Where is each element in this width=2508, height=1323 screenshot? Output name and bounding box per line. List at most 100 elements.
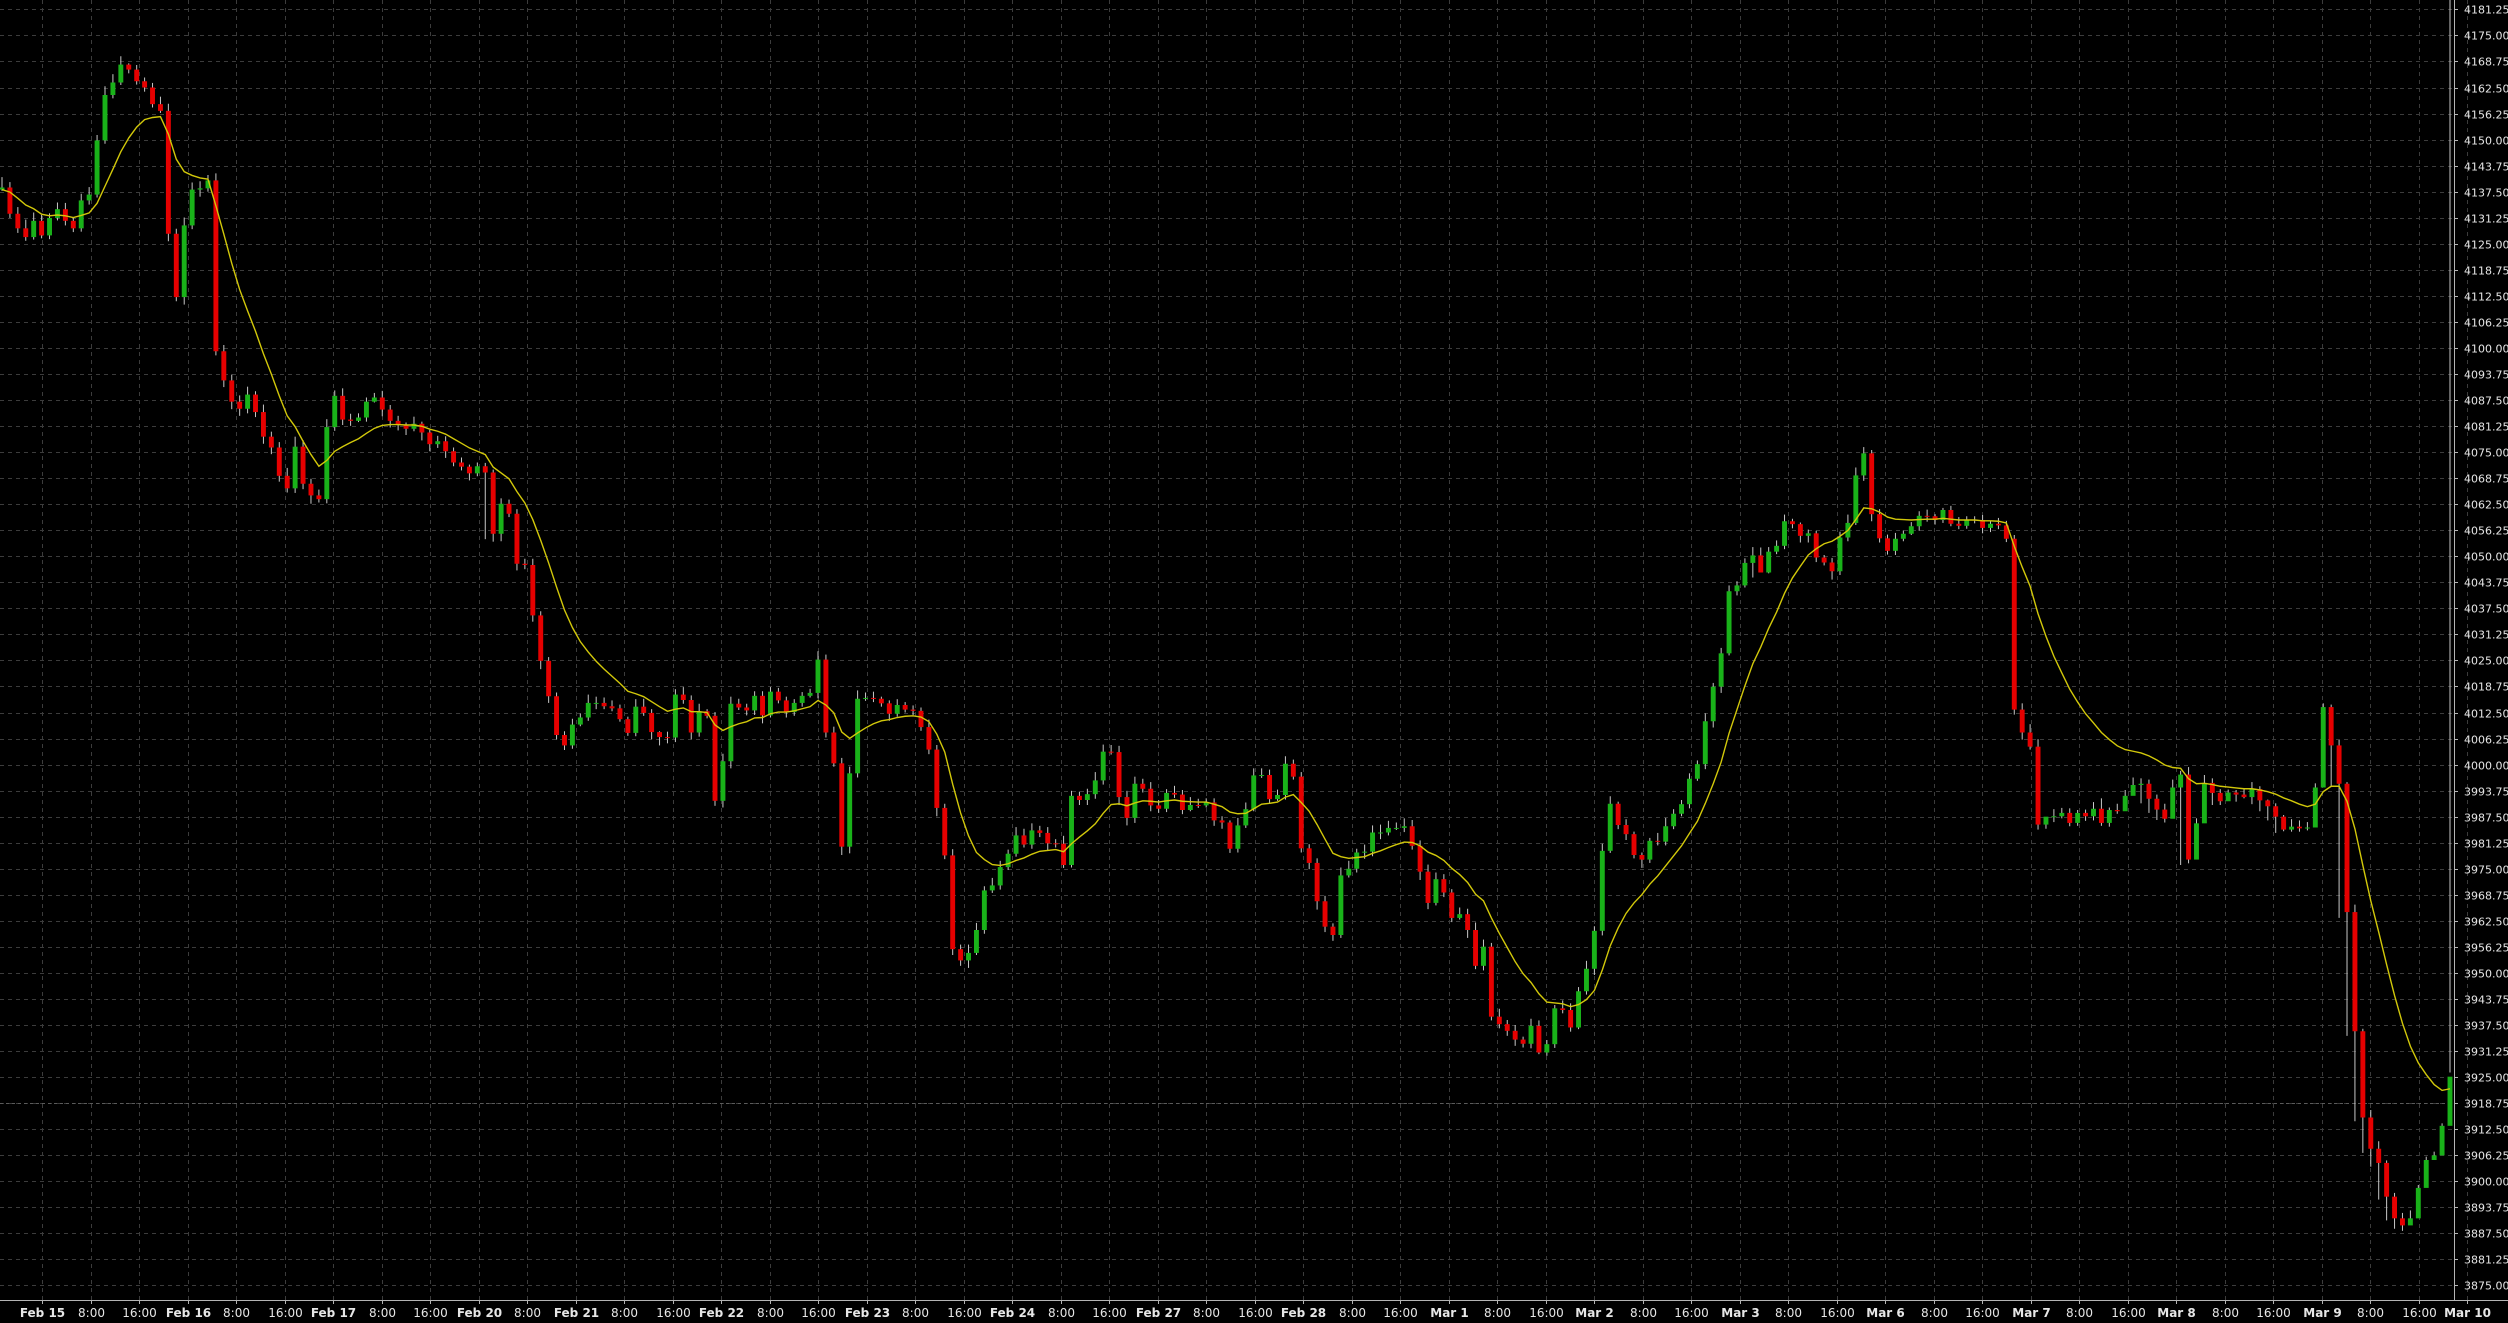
x-tick-label: 8:00 [2357,1306,2384,1320]
candle-body [316,495,322,500]
candle-body [2091,808,2096,817]
candle-body [1354,852,1360,869]
x-tick-label: Feb 16 [166,1306,211,1320]
candle-body [157,104,163,111]
candle-body [1639,855,1645,860]
candle-body [2067,812,2073,823]
x-tick-label: Mar 6 [1866,1306,1904,1320]
candle-body [2281,816,2287,830]
candle-body [237,401,243,409]
y-tick-label: 4118.75 [2464,265,2508,278]
y-tick-label: 4087.50 [2464,395,2508,408]
candle-body [1647,840,1653,860]
candle-body [1227,822,1233,849]
x-tick-label: Feb 23 [845,1306,890,1320]
candle-body [1235,825,1241,849]
candle-body [268,436,274,448]
x-tick-label: 16:00 [947,1306,982,1320]
y-tick-label: 4031.25 [2464,629,2508,642]
candle-body [284,475,290,489]
x-tick-label: 8:00 [1048,1306,1075,1320]
candle-body [585,702,591,718]
candle-body [577,717,583,725]
candle-body [292,446,298,489]
candle-body [2019,709,2025,733]
candle-body [181,225,187,298]
candle-body [538,615,544,661]
candle-body [2249,789,2255,798]
candle-body [1457,914,1463,918]
candle-body [1877,514,1883,539]
candle-body [1885,538,1890,551]
candle-body [1219,820,1225,823]
candle-body [1481,946,1486,966]
candle-body [419,423,425,433]
y-tick-label: 3987.50 [2464,812,2508,825]
candle-body [2297,826,2302,829]
candle-body [973,930,979,953]
candle-body [260,412,266,437]
candle-body [554,696,560,735]
x-tick-label: 16:00 [1674,1306,1709,1320]
candle-body [1687,778,1692,805]
candle-body [2194,823,2199,860]
candle-body [2075,812,2081,823]
price-chart[interactable]: 4181.25 4175.00 4168.75 4162.50 4156.25 4150.… [0,0,2508,1323]
candle-body [1061,843,1067,865]
y-tick-label: 3975.00 [2464,864,2508,877]
candle-body [2059,812,2065,817]
x-tick-label: Mar 1 [1430,1306,1468,1320]
candle-body [871,697,876,699]
x-tick-label: 8:00 [2212,1306,2239,1320]
candle-body [1021,835,1027,845]
y-tick-label: 4112.50 [2464,291,2508,304]
candle-body [1837,537,1843,572]
candle-body [878,698,884,704]
candle-body [720,761,726,801]
candle-body [609,706,615,709]
candle-body [760,695,765,716]
candle-body [1425,871,1431,903]
candle-body [1710,686,1716,722]
candle-body [1576,991,1581,1028]
candle-body [1782,521,1787,546]
y-tick-label: 3918.75 [2464,1098,2508,1111]
y-tick-label: 4081.25 [2464,421,2508,434]
candle-body [1591,930,1597,969]
candle-body [1655,840,1661,842]
candle-body [110,82,116,95]
x-tick-label: Feb 17 [311,1306,356,1320]
candle-body [2439,1125,2445,1156]
y-tick-label: 4106.25 [2464,317,2508,330]
candle-body [435,441,441,445]
candle-body [2170,787,2176,819]
x-tick-label: Feb 15 [20,1306,65,1320]
candle-body [1615,803,1621,825]
candle-body [134,69,140,82]
candle-body [665,737,670,739]
y-tick-label: 4162.50 [2464,83,2508,96]
candle-body [308,483,314,496]
candle-body [221,351,227,381]
candle-body [86,194,92,201]
candle-body [1108,751,1114,753]
x-tick-label: 8:00 [369,1306,396,1320]
y-tick-label: 3900.00 [2464,1176,2508,1189]
x-tick-label: 16:00 [268,1306,303,1320]
x-tick-label: 16:00 [1238,1306,1273,1320]
y-tick-label: 4000.00 [2464,760,2508,773]
candle-body [522,563,528,565]
y-tick-label: 3887.50 [2464,1228,2508,1241]
candle-body [387,409,393,421]
candle-body [126,64,132,70]
candle-body [300,446,306,484]
candle-body [1520,1039,1526,1044]
x-tick-label: 8:00 [78,1306,105,1320]
candle-body [1488,946,1494,1017]
candle-body [649,712,655,733]
candle-body [2241,794,2247,798]
candle-body [1774,545,1780,552]
candle-body [530,565,536,616]
candle-body [443,441,449,452]
candle-body [1948,510,1954,524]
